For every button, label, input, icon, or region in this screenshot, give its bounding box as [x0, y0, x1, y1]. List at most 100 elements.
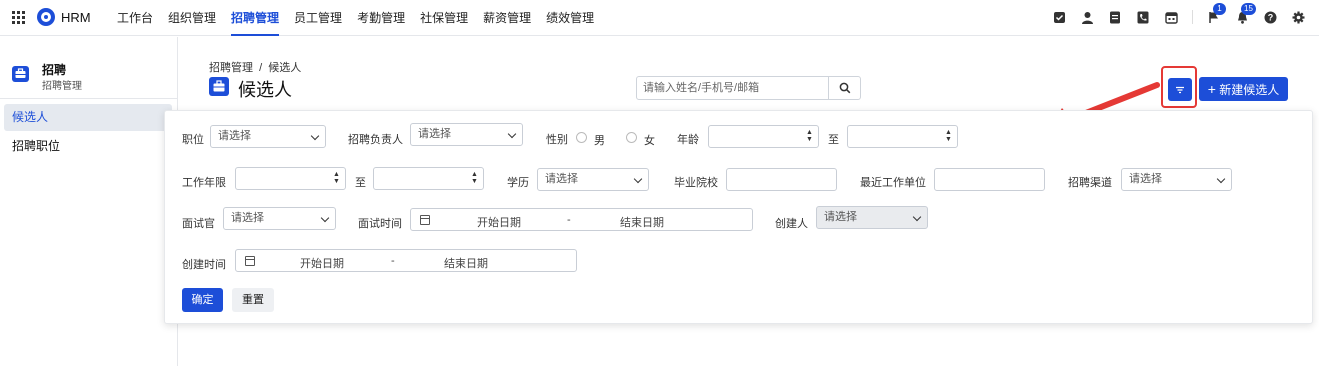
work-years-min-input[interactable]: ▲ ▼	[235, 167, 346, 190]
interviewer-select[interactable]: 请选择	[223, 207, 336, 230]
last-company-input[interactable]	[934, 168, 1045, 191]
stepper-icon[interactable]: ▲ ▼	[945, 129, 952, 144]
stepper-icon[interactable]: ▲ ▼	[471, 171, 478, 186]
age-max-input[interactable]: ▲ ▼	[847, 125, 958, 148]
education-select[interactable]: 请选择	[537, 168, 649, 191]
calendar-icon	[420, 215, 430, 225]
new-candidate-button[interactable]: + 新建候选人	[1199, 77, 1288, 101]
chevron-down-icon	[912, 212, 922, 222]
gender-female-label: 女	[644, 135, 655, 147]
channel-label: 招聘渠道	[1068, 177, 1112, 189]
nav-divider	[1192, 10, 1193, 24]
nav-item-attendance[interactable]: 考勤管理	[357, 0, 405, 36]
created-range-dash: -	[391, 255, 395, 267]
created-start-date[interactable]: 开始日期	[300, 255, 344, 271]
brand-name: HRM	[61, 10, 91, 25]
education-label: 学历	[507, 177, 529, 189]
interview-start-date[interactable]: 开始日期	[477, 214, 521, 230]
work-years-max-input[interactable]: ▲ ▼	[373, 167, 484, 190]
highlight-box	[1161, 66, 1197, 108]
last-company-label: 最近工作单位	[860, 177, 926, 189]
interview-range-dash: -	[567, 214, 571, 226]
nav-item-salary[interactable]: 薪资管理	[483, 0, 531, 36]
stepper-icon[interactable]: ▲ ▼	[333, 171, 340, 186]
chevron-down-icon	[310, 131, 320, 141]
sidebar-subtitle: 招聘管理	[42, 81, 82, 92]
work-years-label: 工作年限	[182, 177, 226, 189]
gender-label: 性别	[546, 134, 568, 146]
channel-select-value: 请选择	[1129, 173, 1162, 185]
bell-icon[interactable]: 15	[1235, 3, 1256, 24]
logo-icon	[37, 8, 55, 26]
app-grid-icon[interactable]	[12, 11, 25, 24]
recruiter-select-value: 请选择	[418, 128, 451, 140]
work-years-to-label: 至	[355, 177, 366, 189]
phone-icon[interactable]	[1136, 10, 1150, 24]
age-min-input[interactable]: ▲ ▼	[708, 125, 819, 148]
nav-item-recruitment[interactable]: 招聘管理	[231, 0, 280, 36]
nav-item-employee[interactable]: 员工管理	[294, 0, 342, 36]
flag-badge: 1	[1213, 3, 1226, 15]
top-nav: HRM 工作台 组织管理 招聘管理 员工管理 考勤管理 社保管理 薪资管理 绩效…	[0, 0, 1319, 36]
sidebar-item-positions[interactable]: 招聘职位	[4, 133, 172, 160]
gear-icon[interactable]	[1291, 10, 1305, 24]
sidebar: 招聘 招聘管理 候选人 招聘职位	[0, 37, 178, 366]
school-input[interactable]	[726, 168, 837, 191]
calendar-icon[interactable]	[1164, 10, 1178, 24]
age-to-label: 至	[828, 134, 839, 146]
page-title: 候选人	[238, 80, 292, 100]
help-icon[interactable]: ?	[1263, 10, 1277, 24]
interview-end-date[interactable]: 结束日期	[620, 214, 664, 230]
document-icon[interactable]	[1108, 10, 1122, 24]
main-menu: 工作台 组织管理 招聘管理 员工管理 考勤管理 社保管理 薪资管理 绩效管理	[117, 0, 609, 36]
gender-female-radio[interactable]	[626, 132, 637, 143]
stepper-icon[interactable]: ▲ ▼	[806, 129, 813, 144]
new-candidate-label: 新建候选人	[1219, 83, 1280, 97]
confirm-button[interactable]: 确定	[182, 288, 223, 312]
gender-male-label: 男	[594, 135, 605, 147]
created-time-label: 创建时间	[182, 259, 226, 271]
chevron-down-icon	[633, 174, 643, 184]
search-input[interactable]	[637, 77, 829, 99]
position-select[interactable]: 请选择	[210, 125, 326, 148]
position-label: 职位	[182, 134, 204, 146]
search-box	[636, 76, 861, 100]
calendar-icon	[245, 256, 255, 266]
interviewer-label: 面试官	[182, 218, 215, 230]
recruiter-select[interactable]: 请选择	[410, 123, 523, 146]
position-select-value: 请选择	[218, 130, 251, 142]
recruiter-label: 招聘负责人	[348, 134, 403, 146]
created-end-date[interactable]: 结束日期	[444, 255, 488, 271]
chevron-down-icon	[320, 213, 330, 223]
chevron-down-icon	[507, 129, 517, 139]
nav-item-workbench[interactable]: 工作台	[117, 0, 153, 36]
interview-time-range[interactable]: 开始日期 - 结束日期	[410, 208, 753, 231]
interview-time-label: 面试时间	[358, 218, 402, 230]
user-icon[interactable]	[1080, 10, 1094, 24]
created-time-range[interactable]: 开始日期 - 结束日期	[235, 249, 577, 272]
nav-item-org[interactable]: 组织管理	[168, 0, 216, 36]
sidebar-title: 招聘	[42, 63, 67, 77]
nav-item-social-security[interactable]: 社保管理	[420, 0, 468, 36]
interviewer-select-value: 请选择	[231, 212, 264, 224]
filter-panel: 职位 请选择 招聘负责人 请选择 性别 男 女 年龄 ▲ ▼ 至 ▲ ▼ 工作年限 …	[164, 110, 1313, 324]
nav-item-performance[interactable]: 绩效管理	[546, 0, 594, 36]
plus-icon: +	[1207, 81, 1216, 97]
svg-text:?: ?	[1267, 12, 1273, 22]
chevron-down-icon	[1216, 174, 1226, 184]
search-button[interactable]	[828, 77, 860, 99]
creator-select[interactable]: 请选择	[816, 206, 928, 229]
school-label: 毕业院校	[674, 177, 718, 189]
checkbox-icon[interactable]	[1052, 10, 1066, 24]
channel-select[interactable]: 请选择	[1121, 168, 1232, 191]
briefcase-icon	[209, 77, 229, 96]
flag-icon[interactable]: 1	[1207, 3, 1226, 24]
creator-select-value: 请选择	[824, 211, 857, 223]
gender-male-radio[interactable]	[576, 132, 587, 143]
sidebar-item-candidates[interactable]: 候选人	[4, 104, 172, 131]
bell-badge: 15	[1241, 3, 1256, 15]
reset-button[interactable]: 重置	[232, 288, 274, 312]
education-select-value: 请选择	[545, 173, 578, 185]
briefcase-icon	[12, 66, 29, 82]
search-icon	[839, 82, 850, 94]
